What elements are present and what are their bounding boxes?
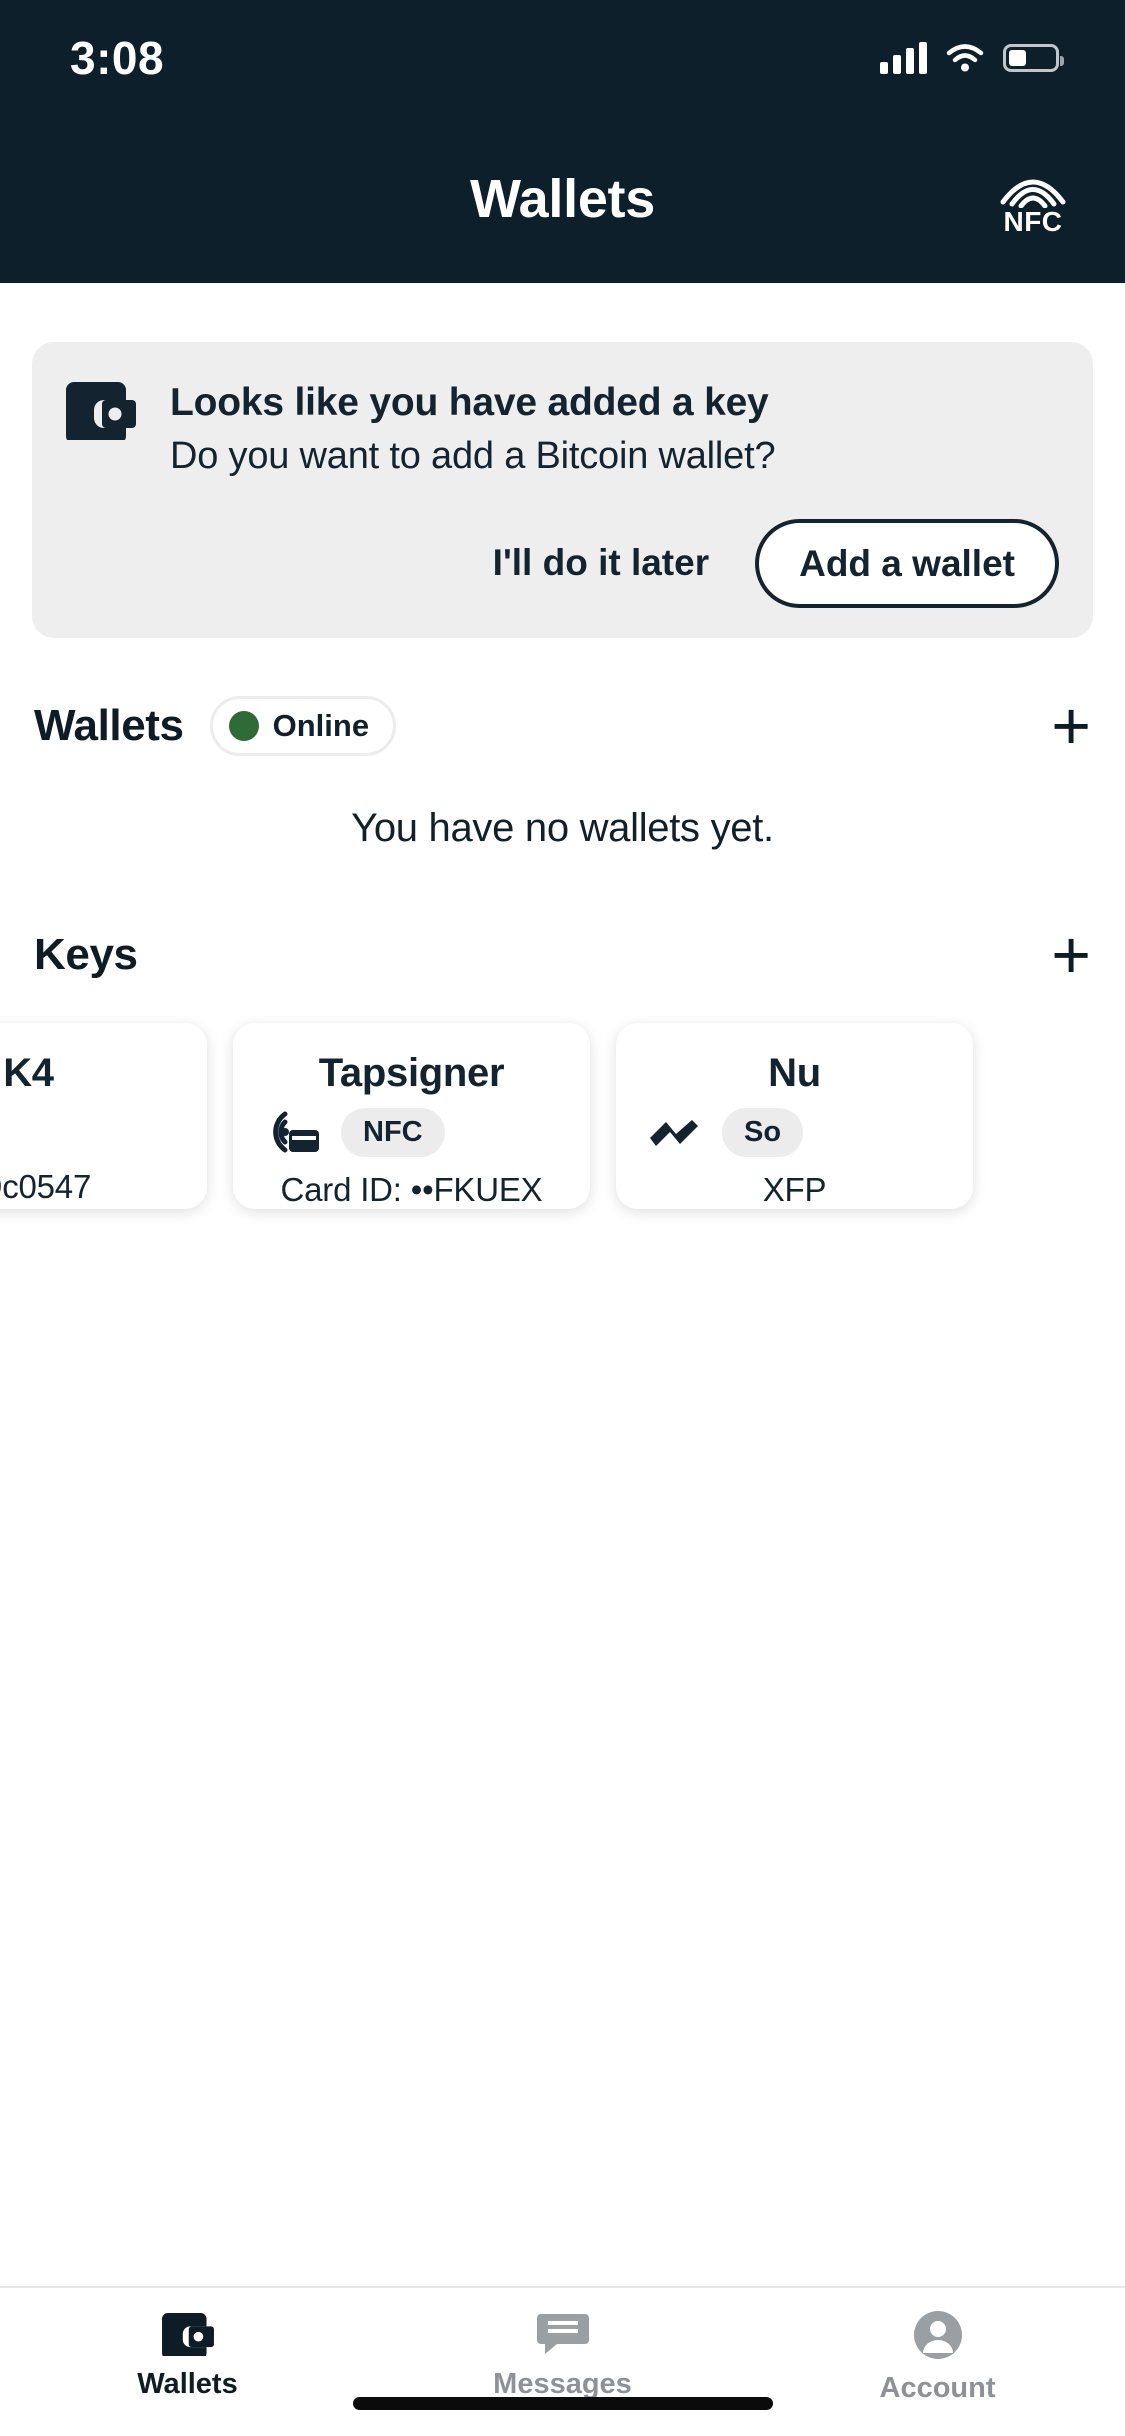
prompt-subtitle: Do you want to add a Bitcoin wallet? xyxy=(170,435,776,478)
online-status-dot xyxy=(228,710,259,741)
cellular-signal-icon xyxy=(880,41,927,74)
prompt-title: Looks like you have added a key xyxy=(170,381,769,424)
status-bar: 3:08 xyxy=(0,0,1125,115)
tab-messages[interactable]: Messages xyxy=(375,2310,750,2401)
key-card-subtitle: 79c0547 xyxy=(0,1167,92,1205)
main-content: Looks like you have added a key Do you w… xyxy=(0,283,1125,2286)
tab-wallets[interactable]: Wallets xyxy=(0,2310,375,2401)
key-card-subtitle: Card ID: ••FKUEX xyxy=(280,1170,543,1208)
key-card[interactable]: Nu So XFP xyxy=(616,1022,973,1209)
status-badge: Online xyxy=(209,695,397,756)
wallets-section-header: Wallets Online + xyxy=(0,690,1125,762)
key-card-subtitle: XFP xyxy=(762,1170,827,1208)
key-card[interactable]: K4 79c0547 xyxy=(0,1022,207,1209)
status-badge-label: Online xyxy=(272,707,370,743)
key-card-meta xyxy=(0,1108,177,1154)
nfc-button[interactable]: NFC xyxy=(997,162,1069,236)
wifi-icon xyxy=(946,43,984,71)
key-card-title: K4 xyxy=(3,1050,54,1095)
add-a-wallet-button[interactable]: Add a wallet xyxy=(755,518,1059,608)
header: 3:08 Wallets NFC xyxy=(0,0,1125,283)
nfc-button-label: NFC xyxy=(1003,206,1063,237)
message-icon xyxy=(536,2314,589,2354)
app-screen: 3:08 Wallets NFC Looks like you have add… xyxy=(0,0,1125,2436)
key-card-meta: NFC xyxy=(263,1107,560,1157)
do-it-later-button[interactable]: I'll do it later xyxy=(489,532,713,594)
key-card[interactable]: Tapsigner NFC Card ID: ••FKUEX xyxy=(233,1022,590,1209)
wallets-section-title: Wallets xyxy=(34,700,184,750)
key-card-title: Nu xyxy=(768,1050,821,1095)
wallets-empty-message: You have no wallets yet. xyxy=(351,805,774,850)
prompt-text: Looks like you have added a key Do you w… xyxy=(170,378,776,481)
bottom-tab-bar: Wallets Messages Account xyxy=(0,2286,1125,2436)
keys-section-header: Keys + xyxy=(0,919,1125,991)
person-icon xyxy=(913,2311,962,2359)
add-key-button[interactable]: + xyxy=(1051,921,1091,989)
zigzag-icon xyxy=(650,1120,698,1147)
tab-label-wallets: Wallets xyxy=(137,2368,238,2400)
key-card-title: Tapsigner xyxy=(318,1050,505,1095)
nav-bar: Wallets NFC xyxy=(0,115,1125,283)
tab-account[interactable]: Account xyxy=(750,2310,1125,2405)
home-indicator xyxy=(352,2397,773,2410)
status-bar-icons xyxy=(880,41,1064,74)
battery-icon xyxy=(1003,43,1064,72)
prompt-actions: I'll do it later Add a wallet xyxy=(66,518,1059,608)
page-title: Wallets xyxy=(470,169,655,229)
wallet-icon xyxy=(66,382,136,440)
add-wallet-prompt-card: Looks like you have added a key Do you w… xyxy=(32,342,1093,638)
keys-carousel[interactable]: K4 79c0547 Tapsigner xyxy=(0,1001,1125,1243)
status-bar-time: 3:08 xyxy=(70,31,165,84)
key-card-badge: NFC xyxy=(341,1107,445,1157)
keys-section-title: Keys xyxy=(34,929,138,979)
wallet-icon xyxy=(161,2312,214,2356)
key-card-meta: So xyxy=(646,1107,943,1157)
prompt-top: Looks like you have added a key Do you w… xyxy=(66,378,1059,481)
add-wallet-button[interactable]: + xyxy=(1051,692,1091,760)
tab-label-account: Account xyxy=(879,2372,996,2404)
nfc-waves-icon xyxy=(1000,179,1066,208)
nfc-card-icon xyxy=(273,1111,319,1153)
key-card-badge: So xyxy=(722,1107,804,1157)
